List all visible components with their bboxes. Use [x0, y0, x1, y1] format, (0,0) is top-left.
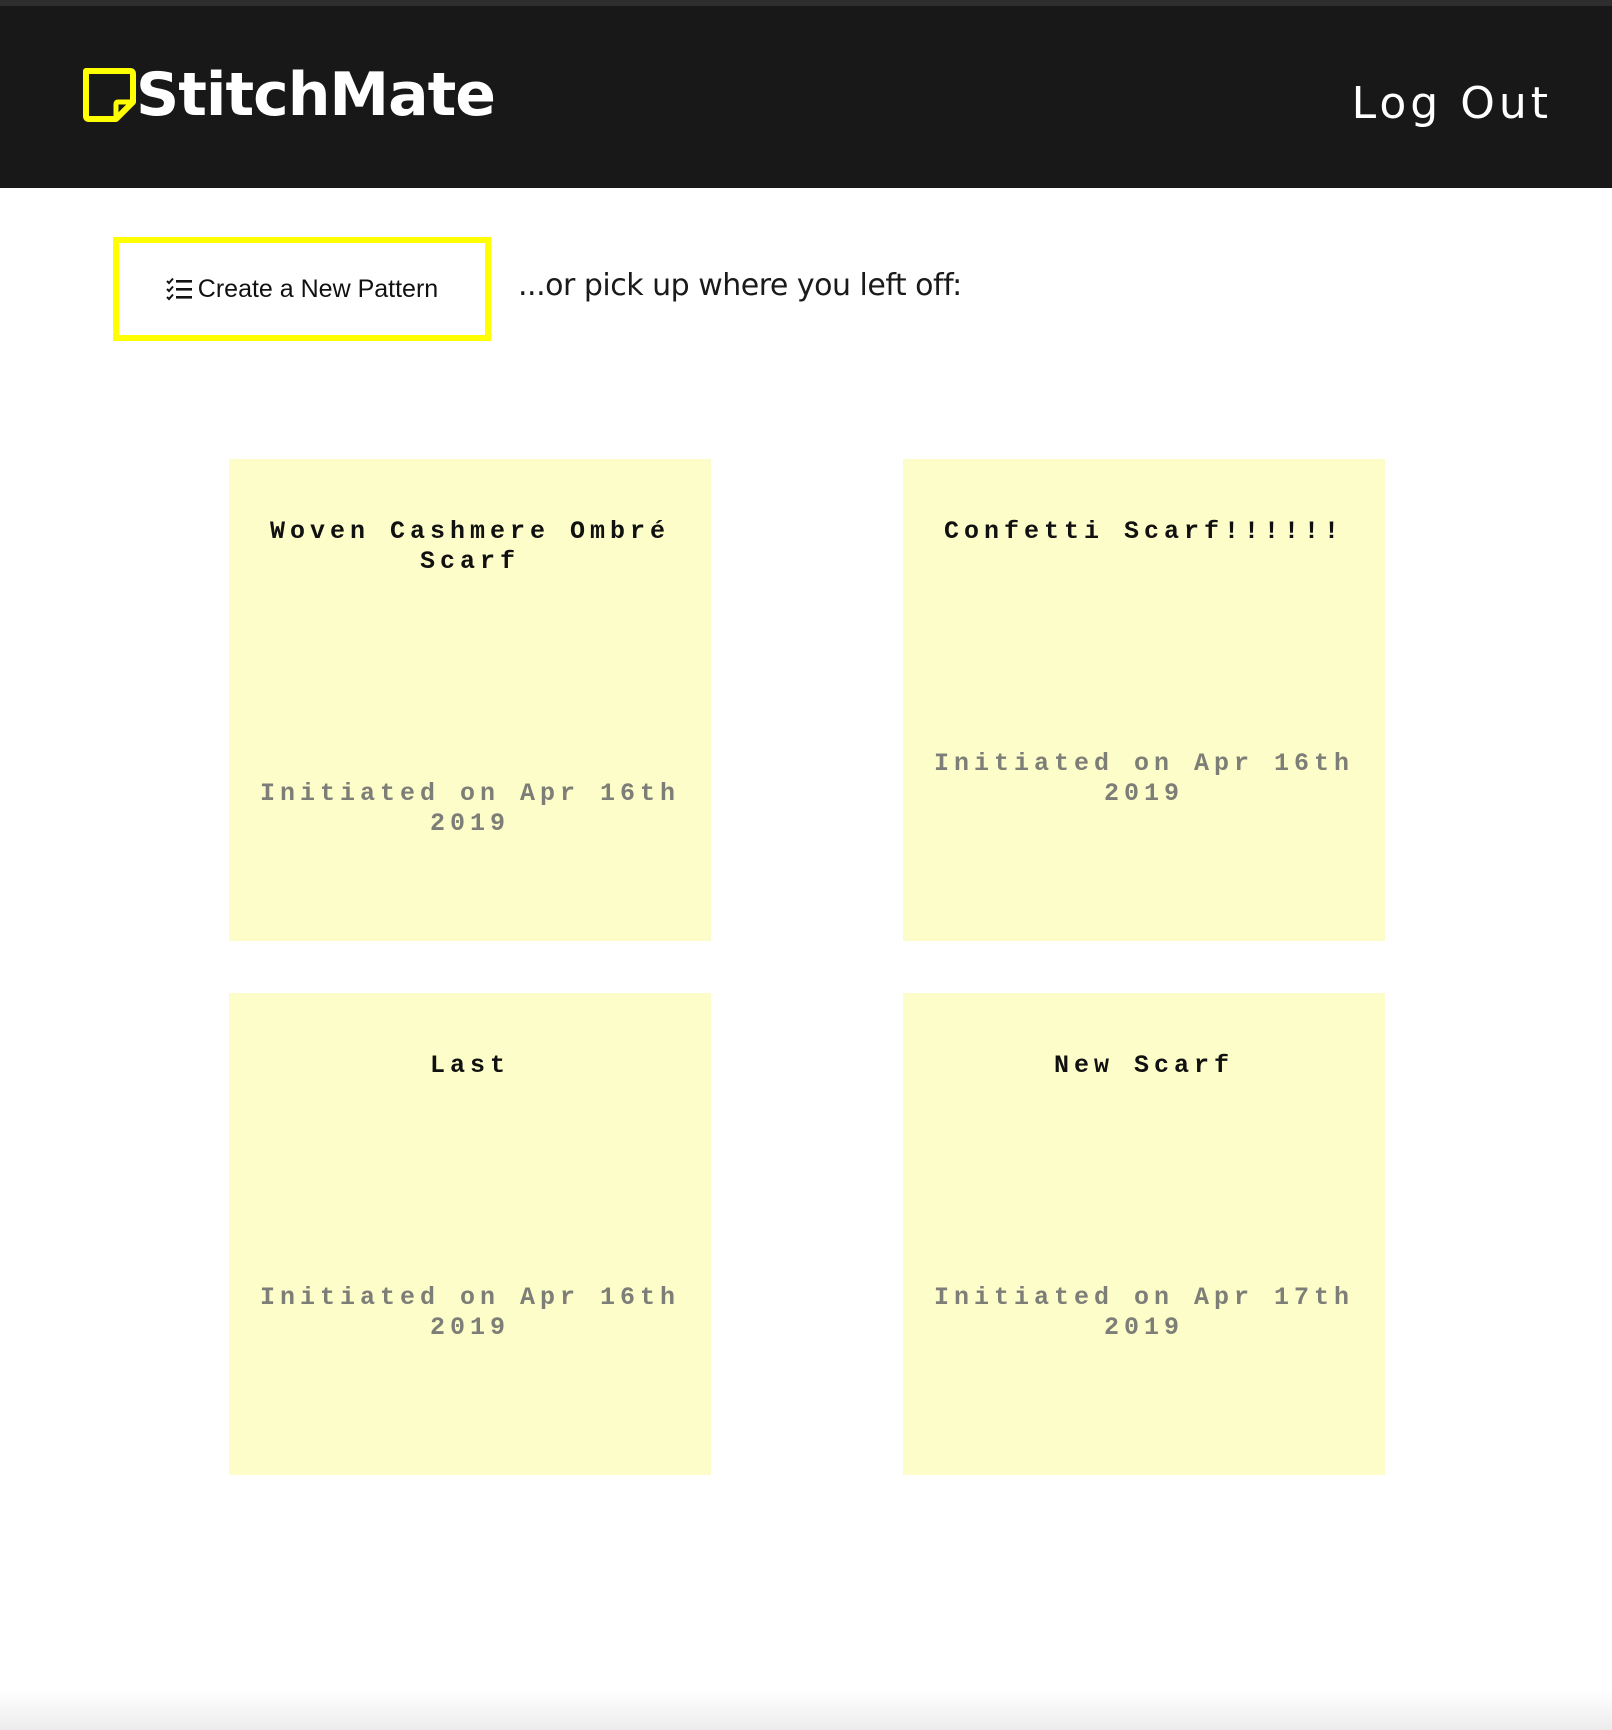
top-nav-bar: StitchMate Log Out [0, 6, 1612, 188]
pattern-date-year: 2019 [429, 809, 510, 838]
pattern-date-line: Initiated on Apr 16th [259, 1283, 681, 1312]
pattern-card[interactable]: New Scarf Initiated on Apr 17th 2019 [903, 993, 1385, 1475]
create-pattern-label: Create a New Pattern [197, 274, 439, 303]
pattern-title: New Scarf [1053, 1051, 1235, 1080]
pattern-date-line: Initiated on Apr 17th [933, 1283, 1355, 1312]
pattern-card[interactable]: Confetti Scarf!!!!!! Initiated on Apr 16… [903, 459, 1385, 941]
brand-logo-link[interactable]: StitchMate [80, 60, 496, 130]
logout-link[interactable]: Log Out [1352, 74, 1552, 134]
list-check-icon [166, 277, 192, 301]
pattern-date-year: 2019 [1103, 1313, 1184, 1342]
pattern-date: Initiated on Apr 16th 2019 [259, 779, 681, 839]
pattern-date: Initiated on Apr 16th 2019 [933, 749, 1355, 809]
pattern-date-line: Initiated on Apr 16th [259, 779, 681, 808]
pattern-date-line: Initiated on Apr 16th [933, 749, 1355, 778]
bottom-fade [0, 1690, 1612, 1730]
pattern-card[interactable]: Woven Cashmere Ombré Scarf Initiated on … [229, 459, 711, 941]
pattern-date: Initiated on Apr 17th 2019 [933, 1283, 1355, 1343]
sticky-note-icon [83, 68, 136, 122]
pattern-title: Confetti Scarf!!!!!! [943, 517, 1345, 546]
create-pattern-content: Create a New Pattern [166, 275, 438, 304]
pattern-date-year: 2019 [429, 1313, 510, 1342]
pattern-date: Initiated on Apr 16th 2019 [259, 1283, 681, 1343]
create-pattern-button[interactable]: Create a New Pattern [113, 237, 491, 341]
brand-name: StitchMate [136, 60, 496, 130]
pattern-date-year: 2019 [1103, 779, 1184, 808]
pattern-title: Last [429, 1051, 510, 1080]
resume-tagline: ...or pick up where you left off: [518, 268, 962, 303]
pattern-title: Woven Cashmere Ombré Scarf [269, 517, 671, 576]
pattern-card[interactable]: Last Initiated on Apr 16th 2019 [229, 993, 711, 1475]
